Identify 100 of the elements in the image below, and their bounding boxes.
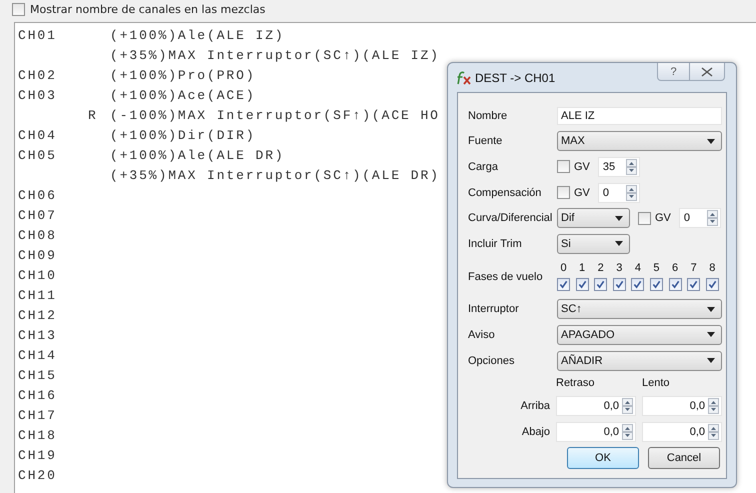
channel-name: CH19 xyxy=(18,448,57,462)
spin-field[interactable]: 0,0 xyxy=(556,396,636,416)
dropdown[interactable]: AÑADIR xyxy=(557,350,722,371)
mix-entry[interactable]: (+100%)Dir(DIR) xyxy=(110,128,256,142)
dropdown[interactable]: Si xyxy=(557,234,630,254)
channel-name: CH05 xyxy=(18,148,57,162)
spin-field[interactable]: 0 xyxy=(678,208,721,228)
checkbox[interactable] xyxy=(631,278,644,292)
channel-name: CH09 xyxy=(18,248,57,262)
channel-name: CH13 xyxy=(18,328,57,342)
function-icon xyxy=(455,70,471,84)
phase-number: 6 xyxy=(672,262,678,274)
mix-entry[interactable]: (+35%)MAX Interruptor(SC↑)(ALE DR) xyxy=(110,168,440,182)
channel-name: CH02 xyxy=(18,68,57,82)
checkbox[interactable] xyxy=(557,160,570,174)
checkbox[interactable] xyxy=(612,278,626,292)
spin-arrows-icon[interactable] xyxy=(622,424,633,440)
channel-name: CH10 xyxy=(18,268,57,282)
channel-name: CH06 xyxy=(18,188,57,202)
checkbox-label: GV xyxy=(574,160,590,173)
spin-field[interactable]: 0,0 xyxy=(556,422,636,442)
checkbox[interactable] xyxy=(638,212,651,225)
dropdown-arrow-icon xyxy=(707,138,715,144)
checkbox[interactable] xyxy=(557,278,570,292)
checkbox[interactable] xyxy=(687,278,700,292)
channel-name: CH04 xyxy=(18,128,57,142)
phase-number: 0 xyxy=(560,262,567,274)
checkbox[interactable] xyxy=(557,186,570,200)
mix-entry[interactable]: (+100%)Ace(ACE) xyxy=(110,88,256,102)
checkbox-label: Mostrar nombre de canales en las mezclas xyxy=(30,2,266,16)
help-button[interactable]: ? xyxy=(657,63,690,81)
field-label: Fuente xyxy=(468,135,504,148)
checkbox[interactable] xyxy=(594,278,608,292)
spin-arrows-icon[interactable] xyxy=(708,424,719,440)
checkbox[interactable] xyxy=(706,278,719,292)
spin-field[interactable]: 0,0 xyxy=(642,396,722,416)
spin-field[interactable]: 0 xyxy=(598,182,640,203)
checkbox[interactable] xyxy=(650,278,663,292)
channel-name: CH07 xyxy=(18,208,57,222)
checkbox[interactable] xyxy=(576,278,589,292)
channel-name: CH01 xyxy=(18,28,57,42)
channel-name: CH03 xyxy=(18,88,57,102)
mix-entry[interactable]: (+100%)Pro(PRO) xyxy=(110,68,256,82)
channel-name: CH15 xyxy=(18,368,57,382)
spin-field[interactable]: 0,0 xyxy=(642,422,722,442)
channel-name: CH11 xyxy=(18,288,57,302)
channel-name: CH18 xyxy=(18,428,57,442)
channel-name: CH16 xyxy=(18,388,57,402)
mix-entry[interactable]: (+100%)Ale(ALE DR) xyxy=(110,148,285,162)
dialog-button[interactable]: Cancel xyxy=(648,447,720,470)
phase-number: 3 xyxy=(616,262,622,274)
checkbox[interactable] xyxy=(12,2,25,16)
mix-marker: R xyxy=(88,108,98,122)
field-label: Opciones xyxy=(468,354,516,367)
phase-number: 2 xyxy=(598,262,604,274)
close-icon xyxy=(701,66,713,76)
checkbox-label: GV xyxy=(574,186,590,199)
close-button[interactable] xyxy=(690,63,725,81)
spin-arrows-icon[interactable] xyxy=(626,184,637,201)
phase-number: 7 xyxy=(690,262,697,274)
dropdown-arrow-icon xyxy=(707,358,715,364)
dropdown-arrow-icon xyxy=(707,332,715,338)
channel-name: CH12 xyxy=(18,308,57,322)
name-field[interactable]: ALE IZ xyxy=(557,106,722,125)
field-label: Aviso xyxy=(468,328,496,341)
dialog-title: DEST -> CH01 xyxy=(475,70,556,84)
spin-arrows-icon[interactable] xyxy=(622,398,633,414)
checkbox-label: GV xyxy=(655,212,671,224)
phase-number: 4 xyxy=(634,262,641,274)
column-header: Retraso xyxy=(556,377,596,390)
row-label: Abajo xyxy=(520,426,550,438)
channel-name: CH20 xyxy=(18,468,57,482)
field-label: Interruptor xyxy=(468,303,520,316)
mix-entry[interactable]: (+100%)Ale(ALE IZ) xyxy=(110,28,285,42)
field-label: Compensación xyxy=(468,186,542,199)
dropdown[interactable]: SC↑ xyxy=(557,299,722,320)
row-label: Arriba xyxy=(520,400,550,412)
field-label: Incluir Trim xyxy=(468,238,523,250)
phase-number: 1 xyxy=(579,262,586,274)
column-header: Lento xyxy=(642,377,671,390)
channel-name: CH17 xyxy=(18,408,57,422)
spin-arrows-icon[interactable] xyxy=(708,398,719,414)
checkbox[interactable] xyxy=(668,278,682,292)
dropdown-arrow-icon xyxy=(615,241,623,246)
mix-entry[interactable]: (+35%)MAX Interruptor(SC↑)(ALE IZ) xyxy=(110,48,440,62)
dropdown[interactable]: APAGADO xyxy=(557,324,722,345)
phase-number: 8 xyxy=(709,262,716,274)
field-label: Carga xyxy=(468,160,499,173)
spin-arrows-icon[interactable] xyxy=(626,158,637,175)
dialog-button[interactable]: OK xyxy=(567,447,639,470)
field-label: Curva/Diferencial xyxy=(468,212,554,224)
spin-arrows-icon[interactable] xyxy=(706,210,718,226)
dropdown-arrow-icon xyxy=(615,216,623,221)
dropdown[interactable]: Dif xyxy=(557,208,630,228)
spin-field[interactable]: 35 xyxy=(598,156,640,177)
dropdown[interactable]: MAX xyxy=(557,131,722,152)
field-label: Fases de vuelo xyxy=(468,270,544,283)
dropdown-arrow-icon xyxy=(707,306,715,312)
field-label: Nombre xyxy=(468,110,508,122)
mix-entry[interactable]: (-100%)MAX Interruptor(SF↑)(ACE HO xyxy=(110,108,440,122)
